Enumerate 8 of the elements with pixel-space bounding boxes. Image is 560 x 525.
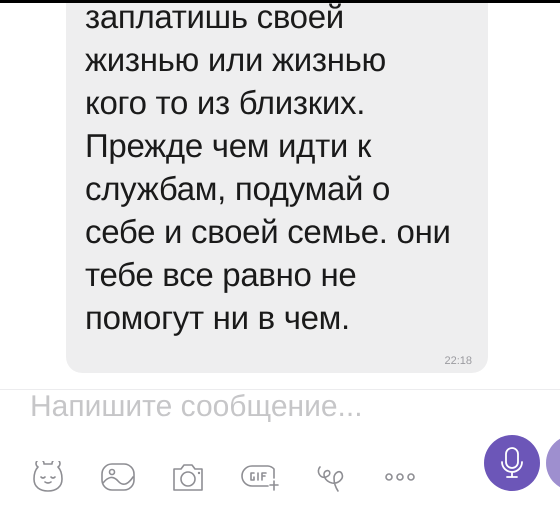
microphone-icon [499, 446, 525, 480]
more-icon[interactable] [384, 472, 416, 482]
camera-icon[interactable] [170, 461, 206, 493]
message-text: заплатишь своей жизнью или жизнью кого то из близких. Прежде чем идти к службам, подумай о себе и своей семье. они тебе все равно не помогут ни в чем. [85, 0, 452, 338]
sticker-icon[interactable] [30, 461, 66, 493]
message-input[interactable]: Напишите сообщение... [30, 390, 450, 424]
image-icon[interactable] [100, 461, 136, 493]
message-time: 22:18 [444, 355, 472, 367]
